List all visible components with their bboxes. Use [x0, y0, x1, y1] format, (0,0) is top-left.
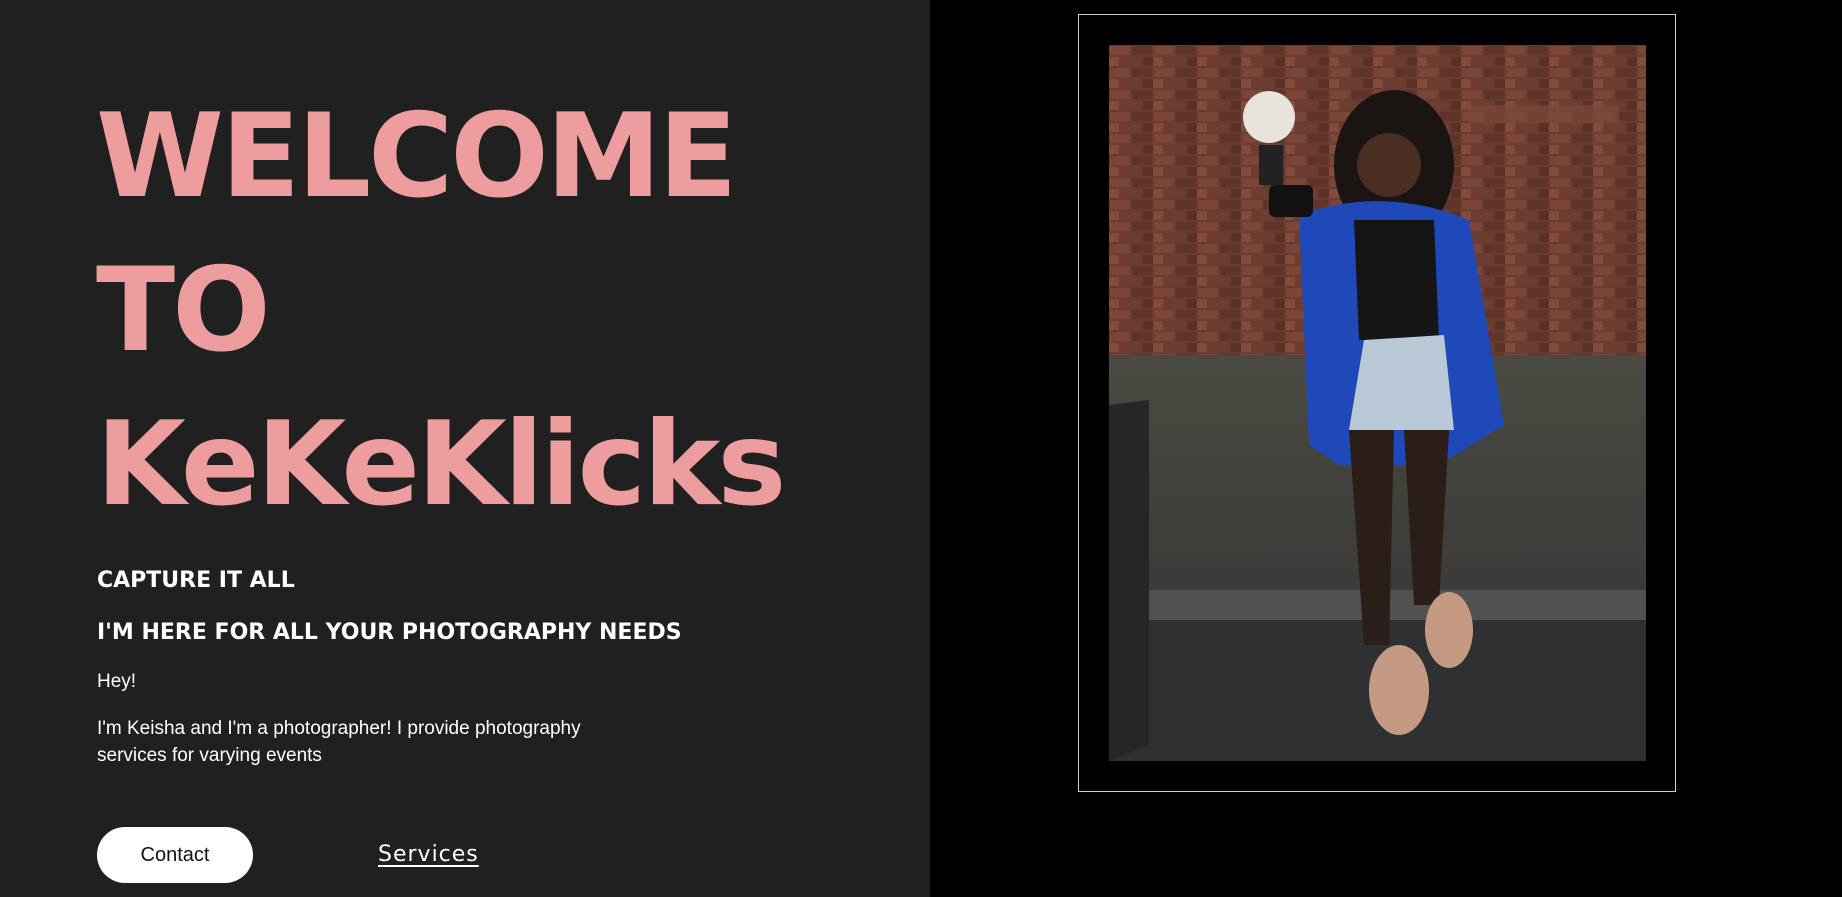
page: WELCOME TO KeKeKlicks CAPTURE IT ALL I'M…: [0, 0, 1842, 897]
hero-title: WELCOME TO KeKeKlicks: [96, 80, 786, 542]
hero-photo: [1109, 45, 1646, 761]
hero-title-line-3: KeKeKlicks: [96, 397, 786, 532]
intro-text: I'm Keisha and I'm a photographer! I pro…: [97, 718, 581, 766]
services-link[interactable]: Services: [378, 842, 479, 867]
hero-panel: WELCOME TO KeKeKlicks CAPTURE IT ALL I'M…: [0, 0, 930, 897]
portrait-photo-icon: [1109, 45, 1646, 761]
hero-title-line-1: WELCOME: [96, 89, 738, 224]
contact-button[interactable]: Contact: [97, 827, 253, 883]
hero-title-line-2: TO: [96, 243, 271, 378]
tagline-needs: I'M HERE FOR ALL YOUR PHOTOGRAPHY NEEDS: [97, 620, 682, 645]
greeting-text: Hey!: [97, 671, 137, 692]
tagline-capture: CAPTURE IT ALL: [97, 568, 295, 593]
